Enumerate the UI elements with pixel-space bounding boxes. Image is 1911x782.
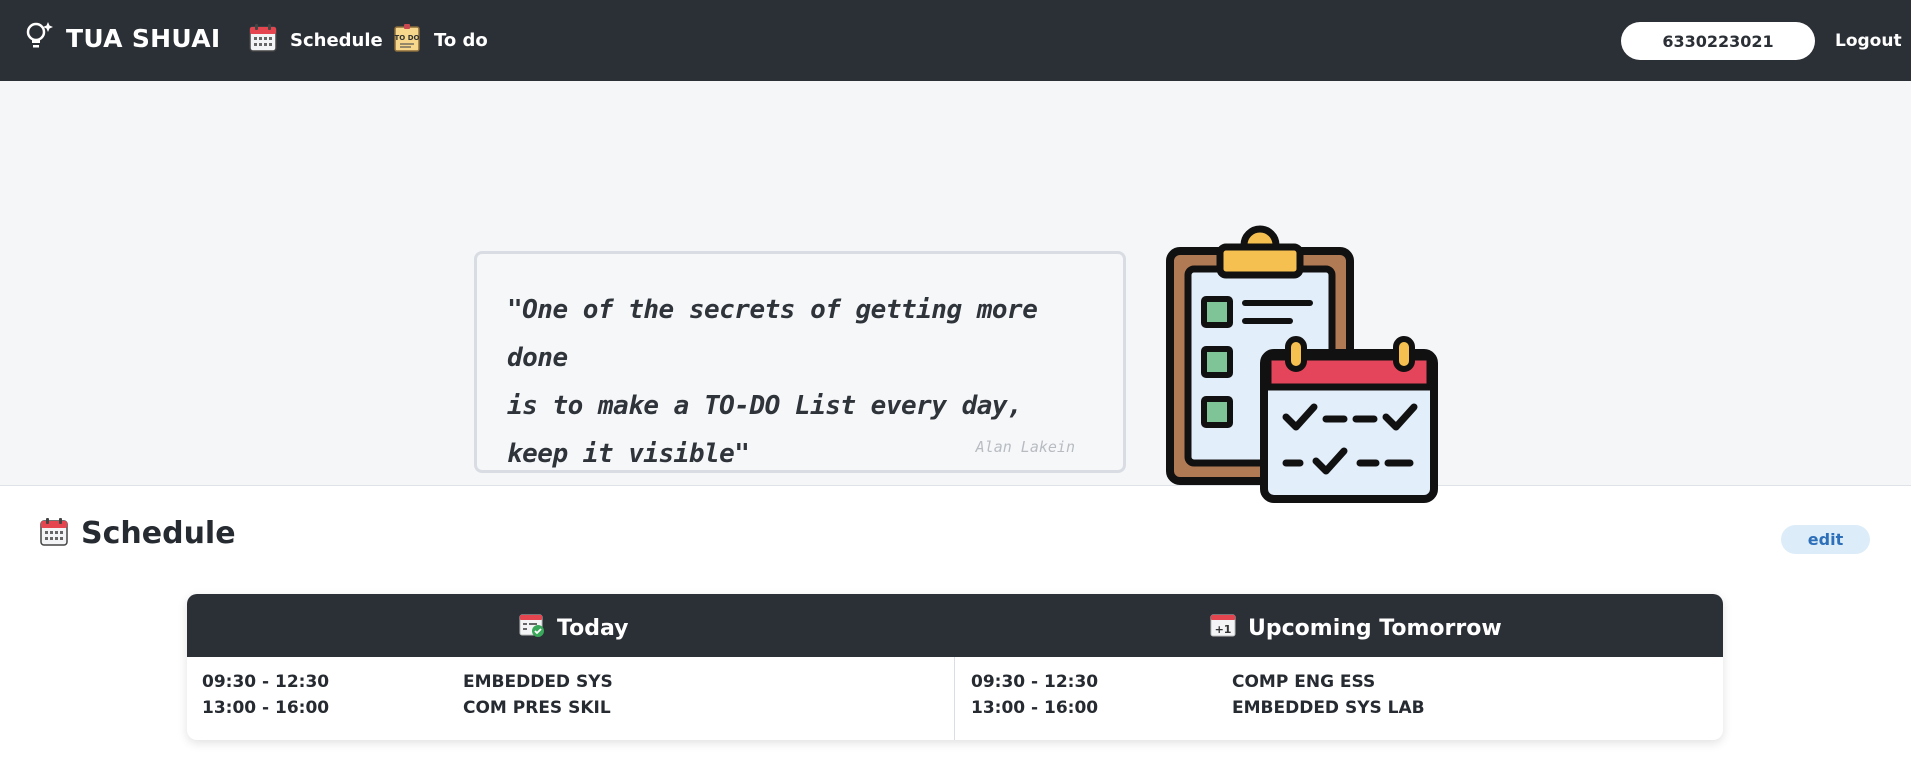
top-navbar: TUA SHUAI Schedule TO DO To do 633022302…	[0, 0, 1911, 81]
todo-note-icon: TO DO	[392, 23, 422, 57]
quote-line-2: is to make a TO-DO List every day,	[507, 391, 1023, 421]
schedule-title: Schedule	[81, 516, 236, 551]
calendar-icon	[248, 23, 278, 57]
logout-button[interactable]: Logout	[1835, 31, 1902, 51]
nav-todo[interactable]: TO DO To do	[392, 23, 488, 57]
nav-schedule-label: Schedule	[290, 29, 383, 51]
schedule-card: Today +1 Upcoming Tomorrow 09:30 - 12:30…	[187, 594, 1723, 740]
calendar-check-icon	[519, 612, 545, 644]
today-row-1-subject: EMBEDDED SYS	[463, 672, 613, 692]
tomorrow-row-2-subject: EMBEDDED SYS LAB	[1232, 698, 1425, 718]
today-header: Today	[519, 612, 628, 644]
tomorrow-title: Upcoming Tomorrow	[1248, 615, 1502, 641]
svg-text:TO DO: TO DO	[395, 34, 420, 42]
calendar-plus-one-icon: +1	[1210, 612, 1236, 644]
tomorrow-row-1-time: 09:30 - 12:30	[971, 672, 1099, 692]
today-title: Today	[557, 615, 629, 641]
svg-text:+1: +1	[1215, 623, 1232, 636]
hero-section: "One of the secrets of getting more done…	[0, 81, 1911, 503]
tomorrow-header: +1 Upcoming Tomorrow	[1210, 612, 1502, 644]
quote-line-3: keep it visible"	[507, 439, 750, 469]
quote-card: "One of the secrets of getting more done…	[474, 251, 1126, 473]
schedule-section-header: Schedule	[39, 516, 236, 551]
lightbulb-icon	[24, 20, 54, 56]
schedule-card-header: Today +1 Upcoming Tomorrow	[187, 594, 1723, 657]
tomorrow-row-1-subject: COMP ENG ESS	[1232, 672, 1376, 692]
nav-schedule[interactable]: Schedule	[248, 23, 383, 57]
quote-line-1: "One of the secrets of getting more done	[507, 295, 1038, 373]
today-row-1-time: 09:30 - 12:30	[202, 672, 330, 692]
quote-author: Alan Lakein	[975, 438, 1075, 456]
nav-todo-label: To do	[434, 29, 488, 51]
brand[interactable]: TUA SHUAI	[24, 20, 220, 56]
brand-title: TUA SHUAI	[66, 23, 221, 53]
tomorrow-row-2-time: 13:00 - 16:00	[971, 698, 1099, 718]
today-row-2-subject: COM PRES SKIL	[463, 698, 611, 718]
column-divider	[954, 657, 955, 740]
calendar-icon	[39, 517, 69, 551]
edit-button[interactable]: edit	[1781, 525, 1870, 554]
today-row-2-time: 13:00 - 16:00	[202, 698, 330, 718]
user-id-badge[interactable]: 6330223021	[1621, 22, 1815, 60]
clipboard-calendar-icon	[1160, 221, 1450, 515]
